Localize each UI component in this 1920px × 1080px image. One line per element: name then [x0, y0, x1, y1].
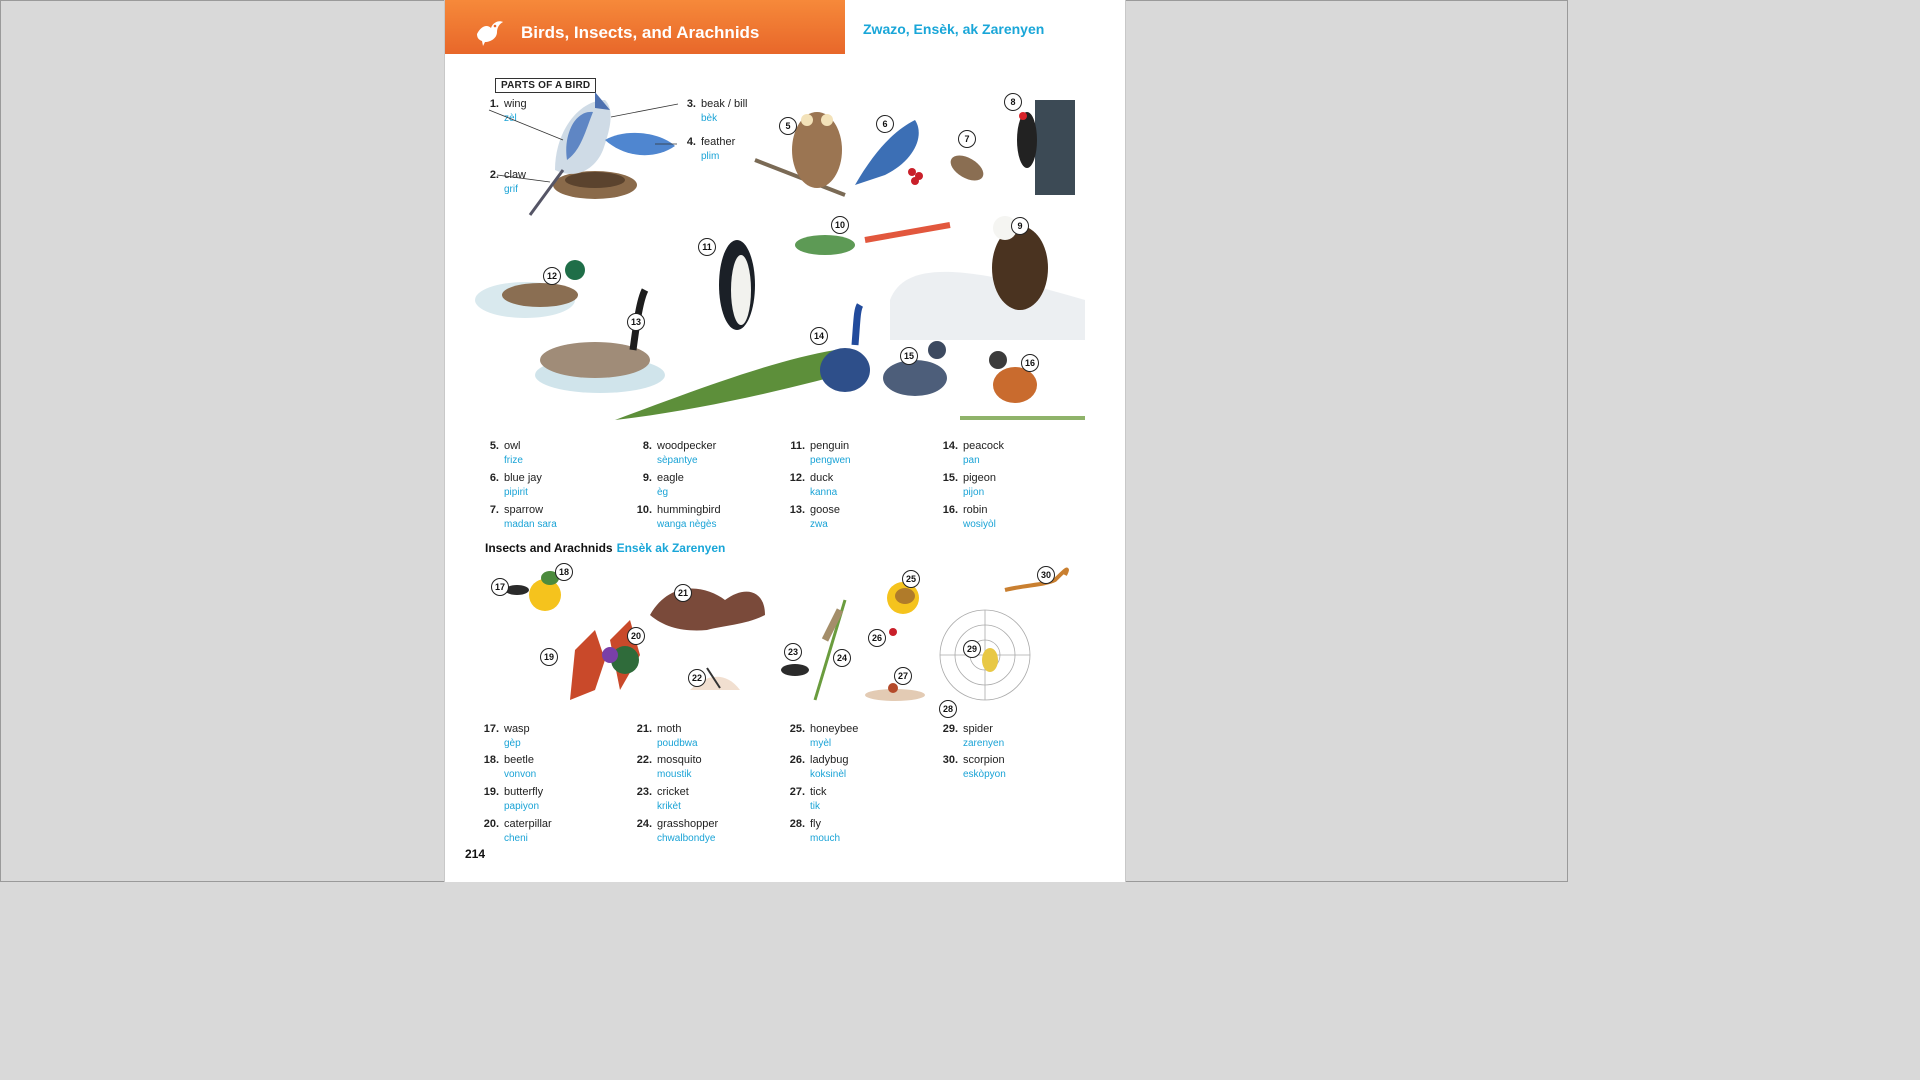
callout-11: 11 — [698, 238, 716, 256]
term-mosquito: 22. mosquito moustik — [636, 754, 702, 780]
wasp-beetle-illustration — [505, 571, 561, 611]
term-duck: 12. duck kanna — [789, 472, 838, 498]
term-fly: 28. fly mouch — [789, 818, 841, 844]
callout-28: 28 — [939, 700, 957, 718]
scorpion-illustration — [1004, 567, 1069, 592]
callout-26: 26 — [868, 629, 886, 647]
term-penguin: 11. penguin pengwen — [790, 440, 851, 466]
term-sparrow: 7. sparrow madan sara — [489, 504, 557, 530]
term-woodpecker: 8. woodpecker sèpantye — [642, 440, 717, 466]
callout-16: 16 — [1021, 354, 1039, 372]
term-tick: 27. tick tik — [789, 786, 827, 812]
callout-17: 17 — [491, 578, 509, 596]
callout-19: 19 — [540, 648, 558, 666]
callout-8: 8 — [1004, 93, 1022, 111]
callout-9: 9 — [1011, 217, 1029, 235]
term-scorpion: 30. scorpion eskòpyon — [942, 754, 1006, 780]
spider-web-illustration — [939, 609, 1031, 701]
term-blue-jay: 6. blue jay pipirit — [489, 472, 542, 498]
moth-illustration — [650, 588, 765, 631]
callout-20: 20 — [627, 627, 645, 645]
callout-7: 7 — [958, 130, 976, 148]
term-owl: 5. owl frize — [489, 440, 523, 466]
callout-22: 22 — [688, 669, 706, 687]
term-honeybee: 25. honeybee myèl — [789, 723, 859, 749]
parts-bird-illustration — [488, 92, 679, 216]
callout-27: 27 — [894, 667, 912, 685]
term-robin: 16. robin wosiyòl — [942, 504, 996, 530]
callout-25: 25 — [902, 570, 920, 588]
callout-30: 30 — [1037, 566, 1055, 584]
callout-21: 21 — [674, 584, 692, 602]
term-spider: 29. spider zarenyen — [942, 723, 1005, 749]
term-grasshopper: 24. grasshopper chwalbondye — [636, 818, 719, 844]
penguin-illustration — [719, 240, 755, 330]
woodpecker-illustration — [1017, 100, 1075, 195]
textbook-page: Birds, Insects, and Arachnids Zwazo, Ens… — [444, 0, 1126, 882]
insects-section-heading: Insects and Arachnids Ensèk ak Zarenyen — [485, 541, 726, 555]
term-butterfly: 19. butterfly papiyon — [483, 786, 544, 812]
term-hummingbird: 10. hummingbird wanga nègès — [636, 504, 721, 530]
owl-illustration — [754, 112, 846, 197]
page-number: 214 — [465, 847, 486, 861]
callout-18: 18 — [555, 563, 573, 581]
term-ladybug: 26. ladybug koksinèl — [789, 754, 849, 780]
term-peacock: 14. peacock pan — [942, 440, 1004, 466]
callout-12: 12 — [543, 267, 561, 285]
term-moth: 21. moth poudbwa — [636, 723, 698, 749]
term-pigeon: 15. pigeon pijon — [942, 472, 997, 498]
term-caterpillar: 20. caterpillar cheni — [483, 818, 552, 844]
term-beetle: 18. beetle vonvon — [483, 754, 537, 780]
callout-6: 6 — [876, 115, 894, 133]
callout-10: 10 — [831, 216, 849, 234]
hummingbird-illustration — [795, 222, 951, 255]
callout-14: 14 — [810, 327, 828, 345]
callout-13: 13 — [627, 313, 645, 331]
sparrow-illustration — [950, 155, 984, 181]
term-eagle: 9. eagle èg — [642, 472, 684, 498]
eagle-illustration — [890, 216, 1085, 340]
callout-5: 5 — [779, 117, 797, 135]
callout-24: 24 — [833, 649, 851, 667]
callout-23: 23 — [784, 643, 802, 661]
term-cricket: 23. cricket krikèt — [636, 786, 689, 812]
callout-29: 29 — [963, 640, 981, 658]
term-goose: 13. goose zwa — [789, 504, 840, 530]
term-wasp: 17. wasp gèp — [483, 723, 530, 749]
callout-15: 15 — [900, 347, 918, 365]
